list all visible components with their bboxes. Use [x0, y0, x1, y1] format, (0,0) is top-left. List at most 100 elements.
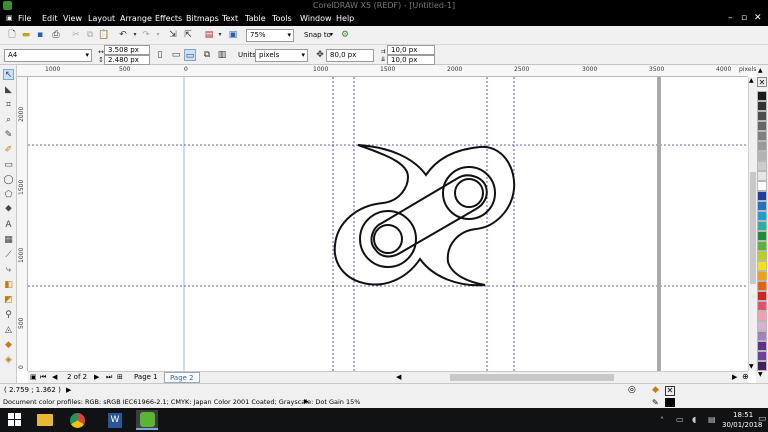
scroll-up-icon[interactable]: ▲ [749, 77, 754, 84]
last-page-icon[interactable]: ⏭ [106, 373, 112, 382]
color-swatch[interactable] [757, 361, 767, 371]
color-swatch[interactable] [757, 351, 767, 361]
color-swatch[interactable] [757, 251, 767, 261]
table-tool-icon[interactable]: ▦ [3, 235, 14, 246]
print-icon[interactable]: ⎙ [50, 29, 62, 41]
scroll-down-icon[interactable]: ▼ [749, 363, 754, 370]
coords-expand-icon[interactable]: ▶ [66, 386, 71, 394]
transparency-tool-icon[interactable]: ◩ [3, 295, 14, 306]
color-swatch[interactable] [757, 311, 767, 321]
shape-tool-icon[interactable]: ◣ [3, 85, 14, 96]
color-swatch[interactable] [757, 171, 767, 181]
menu-file[interactable]: File [18, 14, 31, 23]
object-details-icon[interactable]: ◎ [628, 385, 636, 395]
drawing-canvas[interactable] [28, 77, 748, 371]
eyedropper-tool-icon[interactable]: ⚲ [3, 310, 14, 321]
action-center-icon[interactable]: ▭ [758, 414, 767, 424]
color-swatch[interactable] [757, 301, 767, 311]
page-height-field[interactable]: 2.480 px [104, 55, 150, 65]
color-swatch[interactable] [757, 101, 767, 111]
fill-none-swatch[interactable]: ✕ [665, 386, 675, 396]
color-swatch[interactable] [757, 241, 767, 251]
horizontal-ruler[interactable]: 1000 500 0 1000 1500 2000 2500 3000 3500… [17, 65, 756, 77]
horizontal-scroll-thumb[interactable] [450, 374, 614, 381]
blend-tool-icon[interactable]: ◧ [3, 280, 14, 291]
file-explorer-button[interactable] [34, 410, 56, 430]
color-swatch[interactable] [757, 231, 767, 241]
prev-page-icon[interactable]: ◀ [52, 373, 57, 381]
page-tab-2[interactable]: Page 2 [164, 372, 200, 383]
current-page-icon[interactable]: ⧉ [201, 49, 213, 61]
nudge-distance-field[interactable]: 80,0 px [326, 49, 374, 62]
menu-table[interactable]: Table [245, 14, 266, 23]
import-icon[interactable]: ⇲ [167, 29, 179, 41]
palette-scroll-up-icon[interactable]: ▲ [758, 67, 763, 74]
smart-fill-tool-icon[interactable]: ✐ [3, 145, 14, 156]
clock-time[interactable]: 18:51 [733, 411, 753, 419]
open-folder-icon[interactable]: ▬ [20, 29, 32, 41]
color-swatch[interactable] [757, 91, 767, 101]
rectangle-tool-icon[interactable]: ▭ [3, 160, 14, 171]
network-icon[interactable]: ▭ [676, 415, 684, 424]
units-select[interactable]: pixels ▾ [255, 49, 308, 62]
vertical-ruler[interactable]: 2000 1500 1000 500 0 [17, 77, 28, 371]
color-swatch[interactable] [757, 281, 767, 291]
export-icon[interactable]: ⇱ [182, 29, 194, 41]
redo-icon[interactable]: ↷ [140, 29, 152, 41]
welcome-screen-icon[interactable]: ▣ [227, 29, 239, 41]
scroll-left-icon[interactable]: ◀ [396, 373, 401, 381]
zoom-level-select[interactable]: 75% ▾ [246, 29, 294, 42]
color-swatch[interactable] [757, 151, 767, 161]
menu-edit[interactable]: Edit [42, 14, 58, 23]
color-swatch[interactable] [757, 211, 767, 221]
volume-icon[interactable]: ◖ [692, 415, 696, 424]
freehand-tool-icon[interactable]: ✎ [3, 130, 14, 141]
parallel-dimension-tool-icon[interactable]: ⟋ [3, 250, 14, 261]
color-swatch[interactable] [757, 221, 767, 231]
duplicate-y-field[interactable]: 10,0 px [387, 55, 435, 65]
menu-arrange[interactable]: Arrange [120, 14, 152, 23]
doc-restore-button[interactable]: ▫ [741, 13, 747, 23]
palette-scroll-down-icon[interactable]: ▼ [758, 371, 763, 378]
snap-to-menu[interactable]: Snap to [304, 31, 331, 39]
facing-pages-icon[interactable]: ▥ [216, 49, 228, 61]
vertical-scrollbar[interactable]: ▲ ▼ [748, 77, 756, 371]
save-icon[interactable]: ▪ [34, 29, 46, 41]
color-swatch[interactable] [757, 321, 767, 331]
menu-effects[interactable]: Effects [155, 14, 182, 23]
undo-icon[interactable]: ↶ [117, 29, 129, 41]
menu-text[interactable]: Text [222, 14, 238, 23]
profiles-arrow-icon[interactable]: ▶ [304, 398, 309, 405]
tray-expand-icon[interactable]: ˄ [660, 416, 664, 425]
first-page-icon[interactable]: ⏮ [40, 373, 46, 382]
color-swatch[interactable] [757, 261, 767, 271]
outline-pen-tool-icon[interactable]: ◬ [3, 325, 14, 336]
paste-icon[interactable]: 📋 [98, 29, 110, 41]
keyboard-icon[interactable]: ▤ [708, 415, 716, 424]
document-icon[interactable]: ▣ [6, 14, 13, 22]
next-page-icon[interactable]: ▶ [94, 373, 99, 381]
document-navigator-icon[interactable]: ▣ [30, 373, 37, 381]
color-swatch[interactable] [757, 291, 767, 301]
menu-window[interactable]: Window [300, 14, 332, 23]
zoom-tool-icon[interactable]: ⌕ [3, 115, 14, 126]
launcher-dropdown-icon[interactable]: ▾ [214, 29, 226, 41]
color-swatch[interactable] [757, 331, 767, 341]
fill-tool-icon[interactable]: ◆ [3, 340, 14, 351]
snap-dropdown-icon[interactable]: ▾ [330, 31, 333, 38]
portrait-icon[interactable]: ▯ [154, 49, 166, 61]
scroll-right-icon[interactable]: ▶ [732, 373, 737, 381]
color-swatch[interactable] [757, 191, 767, 201]
color-swatch[interactable] [757, 161, 767, 171]
menu-tools[interactable]: Tools [272, 14, 292, 23]
new-document-icon[interactable]: 🗋 [6, 29, 18, 41]
color-swatch[interactable] [757, 111, 767, 121]
polygon-tool-icon[interactable]: ⬠ [3, 190, 14, 201]
color-swatch[interactable] [757, 201, 767, 211]
add-page-icon[interactable]: ⊞ [117, 373, 123, 381]
menu-layout[interactable]: Layout [88, 14, 115, 23]
color-swatch[interactable] [757, 141, 767, 151]
interactive-fill-tool-icon[interactable]: ◈ [3, 355, 14, 366]
color-swatch[interactable] [757, 341, 767, 351]
zoom-navigator-icon[interactable]: ⊕ [742, 372, 749, 381]
